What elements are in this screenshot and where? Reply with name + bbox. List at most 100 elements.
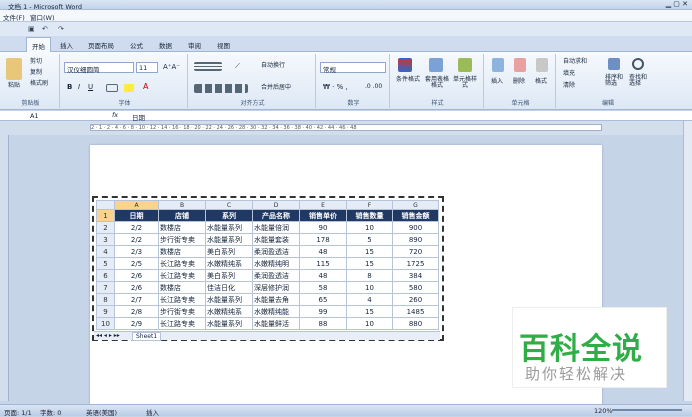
table-cell[interactable]: 2/2 [114, 233, 159, 246]
table-cell[interactable]: 步行街专卖 [158, 233, 206, 246]
font-name-select[interactable]: 汉仪细圆简 [64, 62, 134, 74]
grow-font-icon[interactable]: A⁺A⁻ [162, 63, 181, 72]
table-cell[interactable]: 260 [392, 293, 439, 306]
table-cell[interactable]: 2/7 [114, 293, 159, 306]
table-cell[interactable]: 水能量去角 [252, 293, 300, 306]
row-number[interactable]: 10 [96, 317, 115, 330]
table-cell[interactable]: 48 [299, 269, 347, 282]
number-format-select[interactable]: 常规 [320, 62, 386, 74]
merge-center-button[interactable]: 合并后居中 [260, 84, 292, 92]
sheet-tab[interactable]: Sheet1 [132, 332, 162, 341]
table-cell[interactable]: 美白系列 [205, 269, 253, 282]
zoom-level[interactable]: 120% [594, 407, 613, 415]
border-icon[interactable] [106, 84, 118, 92]
tab-insert[interactable]: 插入 [55, 39, 78, 51]
menu-file[interactable]: 文件(F) [3, 12, 25, 22]
table-cell[interactable]: 水嫩精纯系 [205, 257, 253, 270]
format-button[interactable]: 格式 [534, 78, 548, 86]
clear-button[interactable]: 清除 [562, 82, 576, 90]
table-cell[interactable]: 2/2 [114, 221, 159, 234]
copy-button[interactable]: 复制 [29, 69, 43, 77]
table-cell[interactable]: 长江路专卖 [158, 293, 206, 306]
table-cell[interactable]: 柔润盈透洁 [252, 245, 300, 258]
align-left-icons[interactable] [194, 84, 248, 93]
paste-button[interactable]: 粘贴 [7, 82, 21, 90]
table-cell[interactable]: 99 [299, 305, 347, 318]
table-cell[interactable]: 2/6 [114, 281, 159, 294]
table-cell[interactable]: 柔润盈透洁 [252, 269, 300, 282]
sort-filter-button[interactable]: 排序和筛选 [604, 74, 626, 88]
name-box[interactable]: A1 [30, 112, 39, 120]
row-number[interactable]: 8 [96, 293, 115, 306]
table-cell[interactable]: 1725 [392, 257, 439, 270]
header-cell[interactable]: 店铺 [158, 209, 206, 222]
format-cells-icon[interactable] [536, 58, 548, 72]
insert-cells-icon[interactable] [492, 58, 504, 72]
table-cell[interactable]: 水能量倍润 [252, 221, 300, 234]
row-number[interactable]: 3 [96, 233, 115, 246]
save-icon[interactable]: ▣ [28, 25, 35, 33]
table-cell[interactable]: 10 [346, 281, 393, 294]
row-number[interactable]: 7 [96, 281, 115, 294]
table-cell[interactable]: 水能量系列 [205, 221, 253, 234]
table-cell[interactable]: 水嫩精纯能 [252, 305, 300, 318]
column-header[interactable]: A [114, 200, 159, 210]
window-controls[interactable]: ▁ ▢ ✕ [666, 0, 688, 8]
font-size-select[interactable]: 11 [136, 62, 158, 73]
table-cell[interactable]: 水能量系列 [205, 293, 253, 306]
tab-data[interactable]: 数据 [154, 39, 177, 51]
sheet-nav-icons[interactable]: ◂◂ ◂ ▸ ▸▸ [96, 332, 120, 339]
table-cell[interactable]: 2/5 [114, 257, 159, 270]
table-cell[interactable]: 178 [299, 233, 347, 246]
table-cell[interactable]: 90 [299, 221, 347, 234]
tab-view[interactable]: 视图 [212, 39, 235, 51]
table-cell[interactable]: 15 [346, 245, 393, 258]
header-cell[interactable]: 销售单价 [299, 209, 347, 222]
fx-icon[interactable]: fx [112, 111, 118, 119]
table-cell[interactable]: 数楼店 [158, 245, 206, 258]
percent-icon[interactable]: ₩ · % , [322, 83, 349, 92]
orientation-icon[interactable]: ⟋ [234, 62, 241, 71]
header-cell[interactable]: 产品名称 [252, 209, 300, 222]
table-cell[interactable]: 48 [299, 245, 347, 258]
conditional-format-button[interactable]: 条件格式 [394, 76, 422, 84]
header-cell[interactable]: 日期 [114, 209, 159, 222]
table-cell[interactable]: 水能量套装 [252, 233, 300, 246]
table-style-button[interactable]: 套用表格格式 [424, 76, 450, 90]
bold-button[interactable]: B [66, 83, 73, 92]
table-cell[interactable]: 58 [299, 281, 347, 294]
sort-filter-icon[interactable] [608, 58, 620, 70]
embedded-spreadsheet[interactable]: A B C D E F G 1 日期 店铺 系列 产品名称 销售单价 销售数量 … [92, 196, 444, 341]
font-color-icon[interactable]: A [142, 82, 149, 92]
tab-review[interactable]: 审阅 [183, 39, 206, 51]
table-cell[interactable]: 580 [392, 281, 439, 294]
table-cell[interactable]: 890 [392, 233, 439, 246]
table-cell[interactable]: 水能量系列 [205, 317, 253, 330]
table-cell[interactable]: 15 [346, 257, 393, 270]
row-number[interactable]: 5 [96, 257, 115, 270]
column-header[interactable]: D [252, 200, 300, 210]
table-cell[interactable]: 15 [346, 305, 393, 318]
table-cell[interactable]: 880 [392, 317, 439, 330]
table-cell[interactable]: 10 [346, 317, 393, 330]
header-cell[interactable]: 销售金额 [392, 209, 439, 222]
table-cell[interactable]: 佳洁日化 [205, 281, 253, 294]
table-cell[interactable]: 水嫩精纯明 [252, 257, 300, 270]
row-number[interactable]: 2 [96, 221, 115, 234]
wrap-text-button[interactable]: 自动换行 [260, 62, 286, 70]
align-top-icons[interactable] [194, 62, 222, 71]
table-cell[interactable]: 2/6 [114, 269, 159, 282]
table-cell[interactable]: 2/8 [114, 305, 159, 318]
menu-window[interactable]: 窗口(W) [30, 12, 55, 22]
corner-cell[interactable] [96, 200, 115, 210]
column-header[interactable]: G [392, 200, 439, 210]
table-cell[interactable]: 1485 [392, 305, 439, 318]
table-cell[interactable]: 水嫩精纯系 [205, 305, 253, 318]
column-header[interactable]: E [299, 200, 347, 210]
delete-button[interactable]: 删除 [512, 78, 526, 86]
header-cell[interactable]: 系列 [205, 209, 253, 222]
undo-icon[interactable]: ↶ [42, 25, 48, 33]
table-cell[interactable]: 长江路专卖 [158, 269, 206, 282]
row-number[interactable]: 6 [96, 269, 115, 282]
delete-cells-icon[interactable] [514, 58, 526, 72]
